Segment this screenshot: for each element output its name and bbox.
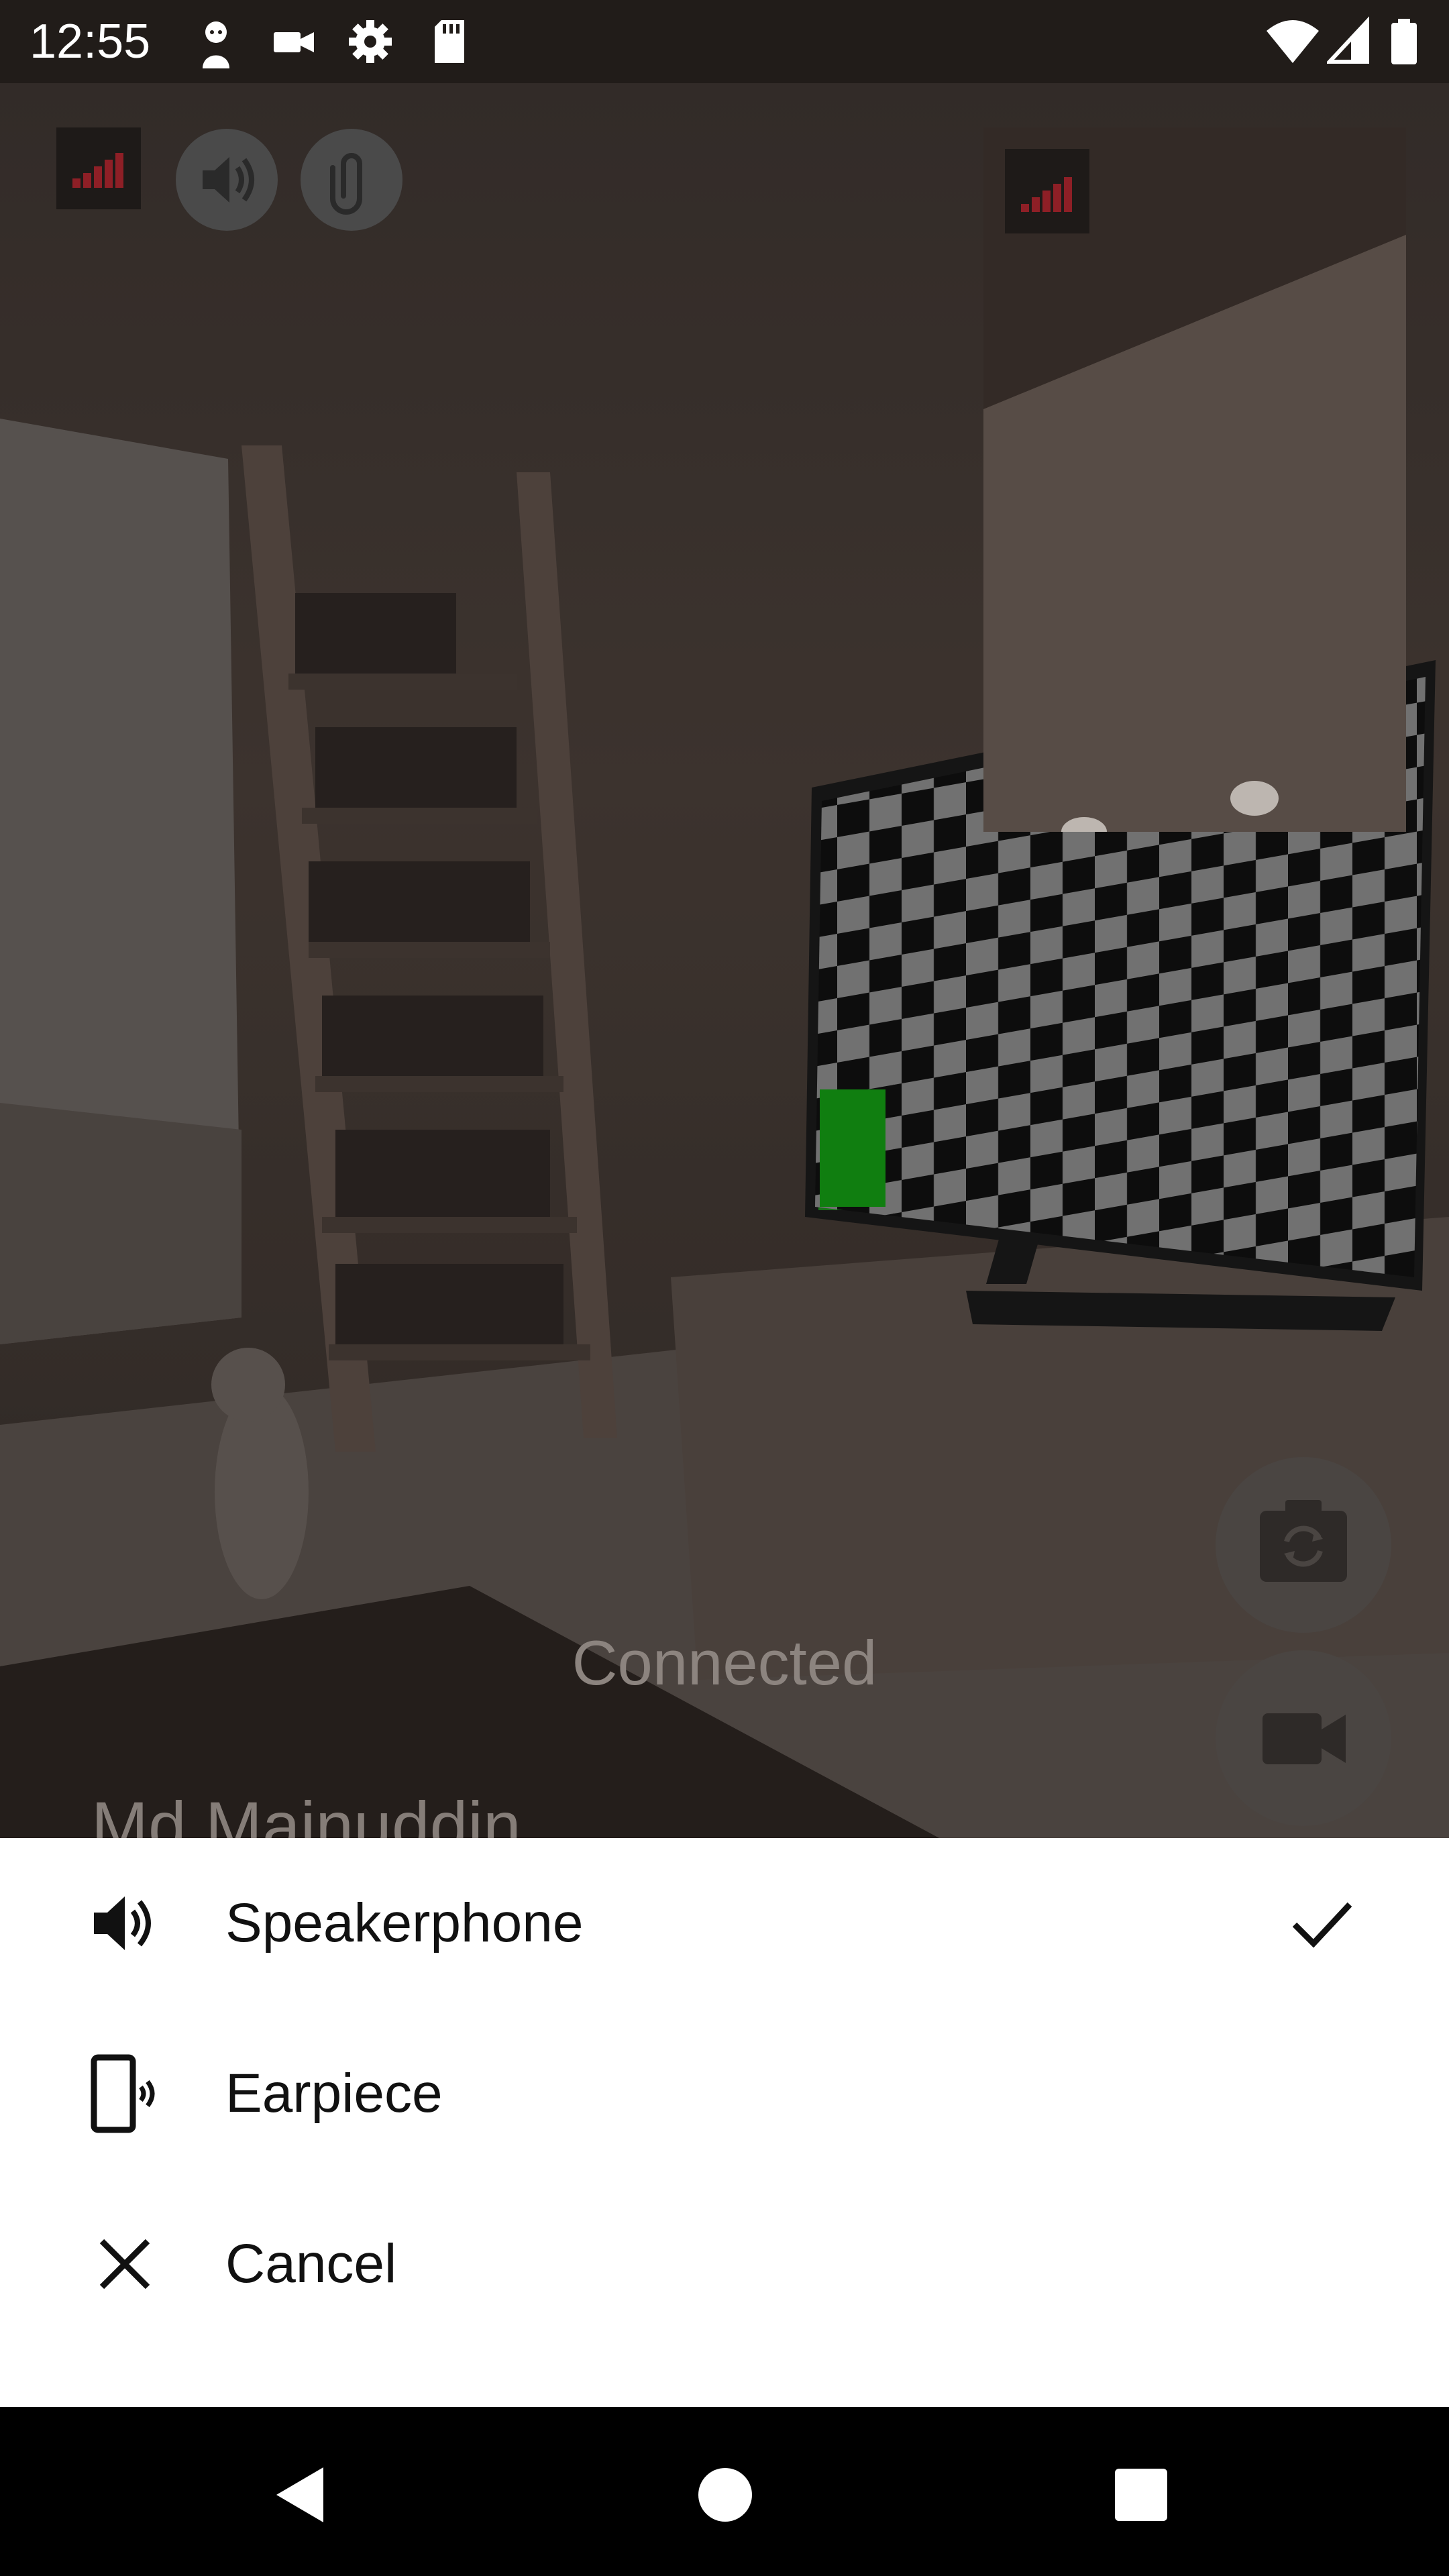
checkmark-icon bbox=[1292, 1902, 1352, 1948]
video-call-view: Connected Md Mainuddin bbox=[0, 83, 1449, 1838]
recents-icon[interactable] bbox=[1111, 2465, 1171, 2525]
speaker-icon bbox=[94, 1896, 151, 1950]
wifi-icon bbox=[1267, 20, 1319, 63]
call-status: Connected bbox=[572, 1627, 877, 1698]
speaker-toggle-button[interactable] bbox=[176, 129, 278, 231]
call-quality-indicator bbox=[56, 127, 141, 209]
attachment-button[interactable] bbox=[301, 129, 402, 231]
battery-icon bbox=[1391, 19, 1417, 64]
signal-strength-icon bbox=[1021, 177, 1072, 212]
video-camera-icon bbox=[274, 32, 314, 52]
navigation-bar bbox=[0, 2407, 1449, 2576]
switch-camera-icon bbox=[1260, 1500, 1347, 1582]
local-quality-indicator bbox=[1005, 149, 1089, 233]
switch-camera-button[interactable] bbox=[1216, 1457, 1391, 1633]
close-icon bbox=[99, 2239, 150, 2290]
option-label: Cancel bbox=[225, 2233, 397, 2294]
status-bar: 12:55 bbox=[0, 0, 1449, 83]
audio-output-menu: Speakerphone Earpiece Cancel bbox=[0, 1838, 1449, 2407]
home-icon[interactable] bbox=[695, 2465, 755, 2525]
option-label: Speakerphone bbox=[225, 1892, 584, 1953]
attachment-icon bbox=[330, 153, 362, 215]
caller-name: Md Mainuddin bbox=[91, 1788, 521, 1838]
speaker-icon bbox=[203, 157, 254, 203]
option-cancel[interactable]: Cancel bbox=[0, 2179, 1449, 2349]
option-label: Earpiece bbox=[225, 2063, 443, 2124]
signal-strength-icon bbox=[72, 153, 123, 188]
option-earpiece[interactable]: Earpiece bbox=[0, 2008, 1449, 2179]
settings-icon bbox=[349, 20, 392, 63]
local-video-preview[interactable] bbox=[983, 127, 1406, 832]
option-speakerphone[interactable]: Speakerphone bbox=[0, 1838, 1449, 2008]
back-icon[interactable] bbox=[271, 2465, 331, 2525]
avatar-icon bbox=[203, 21, 229, 68]
earpiece-icon bbox=[91, 2054, 155, 2133]
cellular-signal-icon bbox=[1327, 16, 1369, 64]
sd-card-icon bbox=[435, 20, 464, 63]
status-time: 12:55 bbox=[30, 15, 151, 68]
